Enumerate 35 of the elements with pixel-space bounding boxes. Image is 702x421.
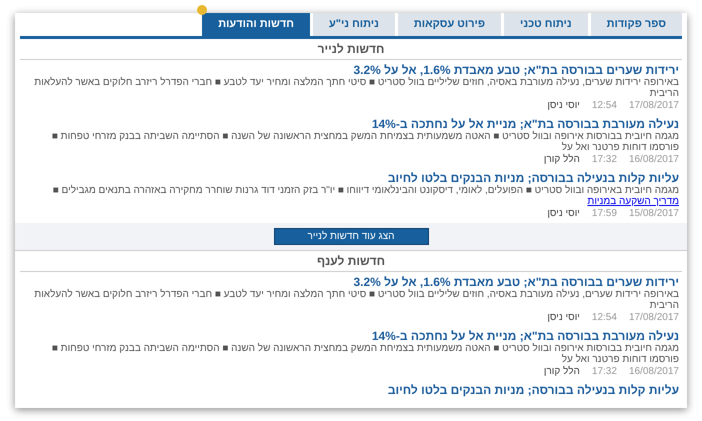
tab[interactable]: ספר פקודות — [590, 13, 682, 36]
news-date: 17/08/2017 — [628, 100, 679, 111]
news-time: 17:59 — [592, 208, 617, 219]
news-time: 12:54 — [592, 100, 617, 111]
news-author: הלל קורן — [544, 366, 580, 377]
tab[interactable]: פירוט עסקאות — [398, 13, 502, 36]
tab[interactable]: ניתוח ני"ע — [312, 13, 395, 36]
news-summary: באירופה ירידות שערים, נעילה מעורבת באסיה, חוזים שליליים בוול סטריט ■ סיטי חתך המלצה ומחיר יעד לטבע ■ חברי הפדרל ריזרב חלוקים באשר להעלאות הריבית — [33, 77, 679, 99]
news-headline[interactable]: נעילה מעורבת בבורסה בת"א; מניית אל על נחתכה ב-14% — [372, 118, 679, 131]
news-date: 15/08/2017 — [628, 208, 679, 219]
section-title: חדשות לענף — [20, 251, 682, 272]
news-author: יוסי ניסן — [547, 100, 580, 111]
tab[interactable]: חדשות והודעות — [202, 13, 310, 36]
news-time: 17:32 — [592, 366, 617, 377]
news-author: יוסי ניסן — [547, 312, 580, 323]
news-date: 16/08/2017 — [628, 154, 679, 165]
news-headline[interactable]: עליות קלות בנעילה בבורסה; מניות הבנקים בלטו לחיוב — [388, 384, 679, 397]
guide-link[interactable]: מדריך השקעה במניות — [587, 196, 679, 207]
news-headline[interactable]: נעילה מעורבת בבורסה בת"א; מניית אל על נחתכה ב-14% — [372, 330, 679, 343]
news-headline[interactable]: ירידות שערים בבורסה בת"א; טבע מאבדת 1.6%, אל על 3.2% — [353, 64, 679, 77]
news-date: 16/08/2017 — [628, 366, 679, 377]
news-summary: מגמה חיובית באירופה ובוול סטריט ■ הפועלים, לאומי, דיסקונט והבינלאומי דיווחו ■ יו"ר בזק הזמני דוד גרנות שוחרר מחקירה באזהרה בתנאים מגבילים ■ מדריך השקעה במניות — [52, 185, 679, 207]
news-date: 17/08/2017 — [628, 312, 679, 323]
news-summary: באירופה ירידות שערים, נעילה מעורבת באסיה, חוזים שליליים בוול סטריט ■ סיטי חתך המלצה ומחיר יעד לטבע ■ חברי הפדרל ריזרב חלוקים באשר להעלאות הריבית — [33, 289, 679, 311]
news-time: 12:54 — [592, 312, 617, 323]
tab[interactable]: ניתוח טכני — [504, 13, 588, 36]
section-title: חדשות לנייר — [20, 39, 682, 60]
news-time: 17:32 — [592, 154, 617, 165]
news-author: הלל קורן — [544, 154, 580, 165]
news-summary: מגמה חיובית בבורסות אירופה ובוול סטריט ■ האטה משמעותית בצמיחת המשק במחצית הראשונה של השנה ■ הסתיימה השביתה בבנק מזרחי טפחות ■ פורסמו דוחות פרטנר ואל על — [50, 131, 679, 153]
more-news-button[interactable]: הצג עוד חדשות לנייר — [274, 228, 428, 245]
news-author: יוסי ניסן — [547, 208, 580, 219]
news-summary: מגמה חיובית בבורסות אירופה ובוול סטריט ■ האטה משמעותית בצמיחת המשק במחצית הראשונה של השנה ■ הסתיימה השביתה בבנק מזרחי טפחות ■ פורסמו דוחות פרטנר ואל על — [50, 343, 679, 365]
news-headline[interactable]: ירידות שערים בבורסה בת"א; טבע מאבדת 1.6%, אל על 3.2% — [353, 276, 679, 289]
news-headline[interactable]: עליות קלות בנעילה בבורסה; מניות הבנקים בלטו לחיוב — [388, 172, 679, 185]
